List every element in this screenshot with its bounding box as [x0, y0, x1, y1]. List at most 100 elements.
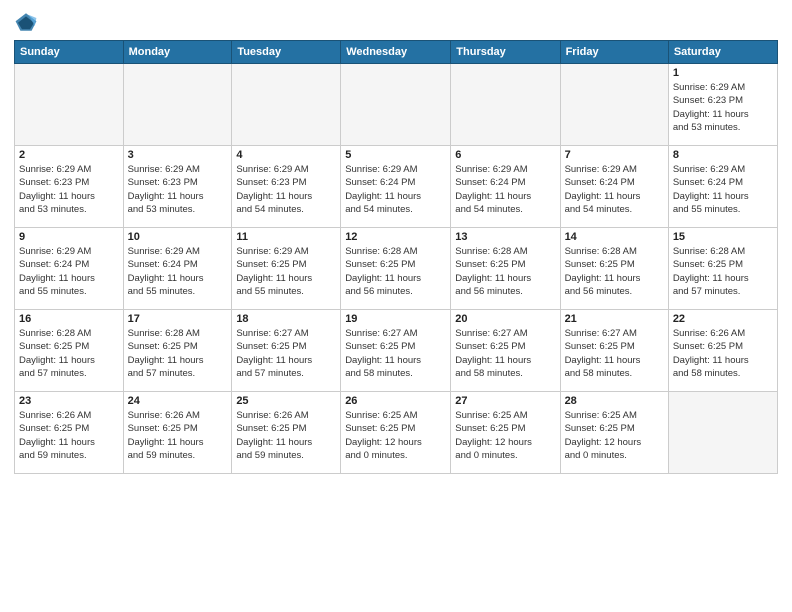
day-info: Sunrise: 6:25 AM Sunset: 6:25 PM Dayligh…: [455, 409, 555, 462]
calendar-cell: 26 Sunrise: 6:25 AM Sunset: 6:25 PM Dayli…: [341, 392, 451, 474]
day-info: Sunrise: 6:25 AM Sunset: 6:25 PM Dayligh…: [345, 409, 446, 462]
day-info: Sunrise: 6:29 AM Sunset: 6:25 PM Dayligh…: [236, 245, 336, 298]
calendar-cell: [451, 64, 560, 146]
calendar-week-row: 2 Sunrise: 6:29 AM Sunset: 6:23 PM Daylig…: [15, 146, 778, 228]
day-number: 4: [236, 149, 336, 161]
col-tuesday: Tuesday: [232, 41, 341, 64]
calendar-cell: 7 Sunrise: 6:29 AM Sunset: 6:24 PM Daylig…: [560, 146, 668, 228]
calendar-cell: [232, 64, 341, 146]
col-friday: Friday: [560, 41, 668, 64]
day-info: Sunrise: 6:26 AM Sunset: 6:25 PM Dayligh…: [236, 409, 336, 462]
day-number: 3: [128, 149, 228, 161]
day-info: Sunrise: 6:27 AM Sunset: 6:25 PM Dayligh…: [345, 327, 446, 380]
day-info: Sunrise: 6:29 AM Sunset: 6:24 PM Dayligh…: [673, 163, 773, 216]
calendar-cell: 24 Sunrise: 6:26 AM Sunset: 6:25 PM Dayli…: [123, 392, 232, 474]
calendar-cell: 10 Sunrise: 6:29 AM Sunset: 6:24 PM Dayli…: [123, 228, 232, 310]
calendar-cell: 17 Sunrise: 6:28 AM Sunset: 6:25 PM Dayli…: [123, 310, 232, 392]
calendar-week-row: 23Sunrise: 6:26 AM Sunset: 6:25 PM Dayli…: [15, 392, 778, 474]
day-number: 25: [236, 395, 336, 407]
day-number: 7: [565, 149, 664, 161]
calendar-page: Sunday Monday Tuesday Wednesday Thursday…: [0, 0, 792, 612]
day-number: 26: [345, 395, 446, 407]
day-number: 13: [455, 231, 555, 243]
day-info: Sunrise: 6:25 AM Sunset: 6:25 PM Dayligh…: [565, 409, 664, 462]
calendar-cell: 18 Sunrise: 6:27 AM Sunset: 6:25 PM Dayli…: [232, 310, 341, 392]
calendar-cell: 8 Sunrise: 6:29 AM Sunset: 6:24 PM Daylig…: [668, 146, 777, 228]
col-monday: Monday: [123, 41, 232, 64]
calendar-week-row: 9 Sunrise: 6:29 AM Sunset: 6:24 PM Daylig…: [15, 228, 778, 310]
day-info: Sunrise: 6:29 AM Sunset: 6:23 PM Dayligh…: [673, 81, 773, 134]
day-info: Sunrise: 6:29 AM Sunset: 6:24 PM Dayligh…: [455, 163, 555, 216]
col-saturday: Saturday: [668, 41, 777, 64]
day-number: 21: [565, 313, 664, 325]
day-info: Sunrise: 6:28 AM Sunset: 6:25 PM Dayligh…: [345, 245, 446, 298]
day-info: Sunrise: 6:29 AM Sunset: 6:24 PM Dayligh…: [565, 163, 664, 216]
calendar-cell: 2 Sunrise: 6:29 AM Sunset: 6:23 PM Daylig…: [15, 146, 124, 228]
calendar-cell: [123, 64, 232, 146]
day-info: Sunrise: 6:27 AM Sunset: 6:25 PM Dayligh…: [236, 327, 336, 380]
calendar-cell: 13 Sunrise: 6:28 AM Sunset: 6:25 PM Dayli…: [451, 228, 560, 310]
day-number: 5: [345, 149, 446, 161]
logo-icon: [14, 10, 38, 34]
day-info: Sunrise: 6:29 AM Sunset: 6:24 PM Dayligh…: [128, 245, 228, 298]
col-thursday: Thursday: [451, 41, 560, 64]
col-sunday: Sunday: [15, 41, 124, 64]
day-info: Sunrise: 6:28 AM Sunset: 6:25 PM Dayligh…: [455, 245, 555, 298]
day-number: 15: [673, 231, 773, 243]
calendar-cell: 19 Sunrise: 6:27 AM Sunset: 6:25 PM Dayli…: [341, 310, 451, 392]
calendar-cell: 25 Sunrise: 6:26 AM Sunset: 6:25 PM Dayli…: [232, 392, 341, 474]
calendar-cell: 5 Sunrise: 6:29 AM Sunset: 6:24 PM Daylig…: [341, 146, 451, 228]
day-info: Sunrise: 6:28 AM Sunset: 6:25 PM Dayligh…: [128, 327, 228, 380]
calendar-cell: [15, 64, 124, 146]
day-info: Sunrise: 6:27 AM Sunset: 6:25 PM Dayligh…: [565, 327, 664, 380]
day-number: 10: [128, 231, 228, 243]
calendar-cell: 16Sunrise: 6:28 AM Sunset: 6:25 PM Dayli…: [15, 310, 124, 392]
calendar-cell: 1 Sunrise: 6:29 AM Sunset: 6:23 PM Daylig…: [668, 64, 777, 146]
calendar-cell: 9 Sunrise: 6:29 AM Sunset: 6:24 PM Daylig…: [15, 228, 124, 310]
day-info: Sunrise: 6:29 AM Sunset: 6:24 PM Dayligh…: [345, 163, 446, 216]
day-info: Sunrise: 6:27 AM Sunset: 6:25 PM Dayligh…: [455, 327, 555, 380]
calendar-header-row: Sunday Monday Tuesday Wednesday Thursday…: [15, 41, 778, 64]
calendar-cell: [341, 64, 451, 146]
calendar-cell: 6 Sunrise: 6:29 AM Sunset: 6:24 PM Daylig…: [451, 146, 560, 228]
day-number: 6: [455, 149, 555, 161]
day-info: Sunrise: 6:29 AM Sunset: 6:23 PM Dayligh…: [19, 163, 119, 216]
day-number: 9: [19, 231, 119, 243]
day-number: 18: [236, 313, 336, 325]
day-number: 17: [128, 313, 228, 325]
calendar-week-row: 1 Sunrise: 6:29 AM Sunset: 6:23 PM Daylig…: [15, 64, 778, 146]
day-info: Sunrise: 6:26 AM Sunset: 6:25 PM Dayligh…: [128, 409, 228, 462]
calendar-cell: [668, 392, 777, 474]
calendar-cell: 14 Sunrise: 6:28 AM Sunset: 6:25 PM Dayli…: [560, 228, 668, 310]
day-info: Sunrise: 6:28 AM Sunset: 6:25 PM Dayligh…: [565, 245, 664, 298]
day-info: Sunrise: 6:29 AM Sunset: 6:23 PM Dayligh…: [236, 163, 336, 216]
calendar-table: Sunday Monday Tuesday Wednesday Thursday…: [14, 40, 778, 474]
day-number: 1: [673, 67, 773, 79]
day-number: 27: [455, 395, 555, 407]
day-info: Sunrise: 6:26 AM Sunset: 6:25 PM Dayligh…: [673, 327, 773, 380]
calendar-cell: 3Sunrise: 6:29 AM Sunset: 6:23 PM Daylig…: [123, 146, 232, 228]
calendar-cell: 11 Sunrise: 6:29 AM Sunset: 6:25 PM Dayli…: [232, 228, 341, 310]
day-info: Sunrise: 6:29 AM Sunset: 6:24 PM Dayligh…: [19, 245, 119, 298]
day-number: 14: [565, 231, 664, 243]
calendar-cell: 15Sunrise: 6:28 AM Sunset: 6:25 PM Dayli…: [668, 228, 777, 310]
day-number: 28: [565, 395, 664, 407]
day-number: 11: [236, 231, 336, 243]
day-number: 8: [673, 149, 773, 161]
day-number: 2: [19, 149, 119, 161]
calendar-cell: 22 Sunrise: 6:26 AM Sunset: 6:25 PM Dayli…: [668, 310, 777, 392]
day-number: 22: [673, 313, 773, 325]
calendar-cell: 21 Sunrise: 6:27 AM Sunset: 6:25 PM Dayli…: [560, 310, 668, 392]
col-wednesday: Wednesday: [341, 41, 451, 64]
day-number: 19: [345, 313, 446, 325]
logo: [14, 10, 42, 34]
day-number: 24: [128, 395, 228, 407]
calendar-cell: 12 Sunrise: 6:28 AM Sunset: 6:25 PM Dayli…: [341, 228, 451, 310]
header: [14, 10, 778, 34]
calendar-cell: 27 Sunrise: 6:25 AM Sunset: 6:25 PM Dayli…: [451, 392, 560, 474]
calendar-cell: 4 Sunrise: 6:29 AM Sunset: 6:23 PM Daylig…: [232, 146, 341, 228]
day-number: 12: [345, 231, 446, 243]
day-number: 16: [19, 313, 119, 325]
day-info: Sunrise: 6:26 AM Sunset: 6:25 PM Dayligh…: [19, 409, 119, 462]
calendar-cell: 28 Sunrise: 6:25 AM Sunset: 6:25 PM Dayli…: [560, 392, 668, 474]
